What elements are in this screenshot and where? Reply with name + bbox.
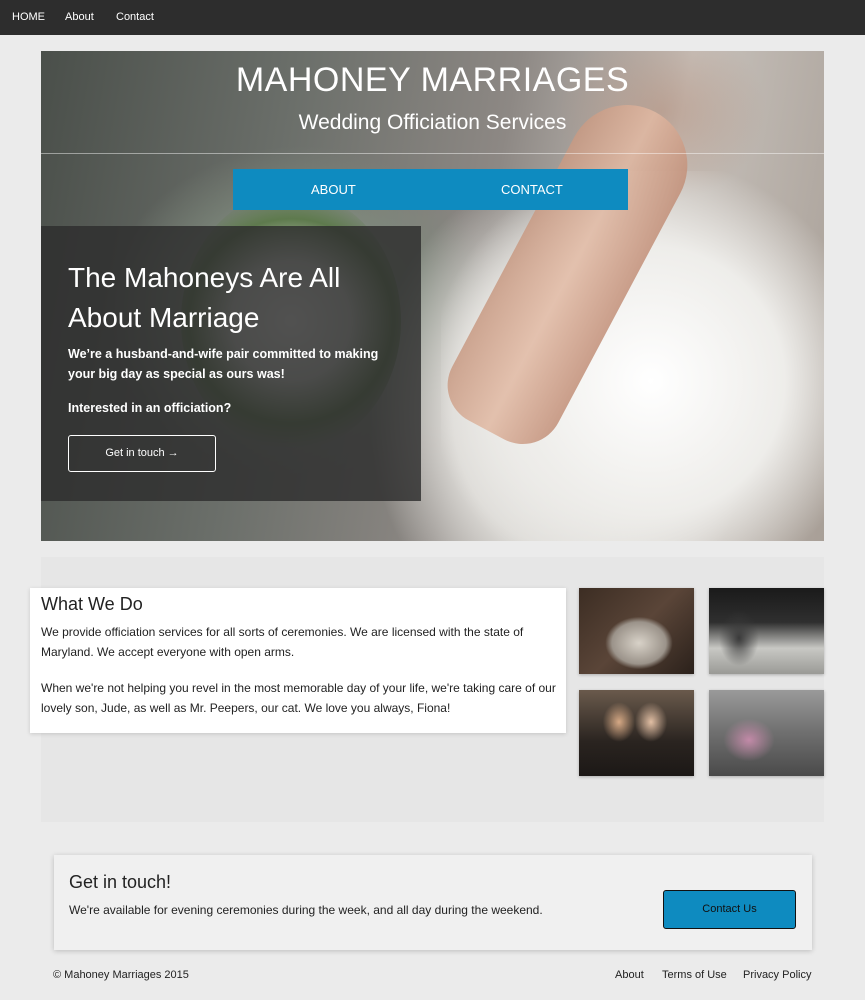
hero-divider	[41, 153, 824, 154]
intro-question: Interested in an officiation?	[68, 401, 232, 415]
bicycle-photo	[709, 690, 824, 776]
nav-contact-link[interactable]: Contact	[116, 11, 154, 23]
nav-about-link[interactable]: About	[65, 11, 94, 23]
hero-nav-bar: ABOUT CONTACT	[233, 169, 628, 210]
contact-title: Get in touch!	[69, 872, 172, 892]
what-we-do-paragraph-1: We provide officiation services for all …	[41, 625, 524, 659]
cafe-photo	[709, 588, 824, 674]
couple-photo	[579, 690, 694, 776]
what-we-do-card: What We Do We provide officiation servic…	[30, 588, 566, 733]
intro-card: The Mahoneys Are All About Marriage We’r…	[41, 226, 421, 501]
what-we-do-title: What We Do	[41, 594, 143, 614]
contact-us-button[interactable]: Contact Us	[663, 890, 796, 929]
contact-card: Get in touch! We're available for evenin…	[54, 855, 812, 950]
site-subtitle: Wedding Officiation Services	[298, 111, 567, 134]
footer-about-link[interactable]: About	[615, 969, 644, 981]
hero-about-link[interactable]: ABOUT	[311, 182, 356, 197]
hero-contact-link[interactable]: CONTACT	[501, 182, 563, 197]
cat-photo	[579, 588, 694, 674]
footer-privacy-link[interactable]: Privacy Policy	[743, 969, 811, 981]
hero-banner: MAHONEY MARRIAGES Wedding Officiation Se…	[41, 51, 824, 541]
footer-copyright: © Mahoney Marriages 2015	[53, 969, 189, 981]
intro-text: We’re a husband-and-wife pair committed …	[68, 347, 379, 381]
intro-heading: The Mahoneys Are All About Marriage	[68, 262, 341, 333]
top-navbar: HOME About Contact	[0, 0, 865, 35]
nav-home-link[interactable]: HOME	[12, 11, 45, 23]
what-we-do-paragraph-2: When we're not helping you revel in the …	[41, 681, 556, 715]
site-title: MAHONEY MARRIAGES	[235, 61, 630, 99]
get-in-touch-button[interactable]: Get in touch →	[68, 435, 216, 472]
footer-terms-link[interactable]: Terms of Use	[662, 969, 727, 981]
contact-text: We're available for evening ceremonies d…	[69, 903, 543, 917]
